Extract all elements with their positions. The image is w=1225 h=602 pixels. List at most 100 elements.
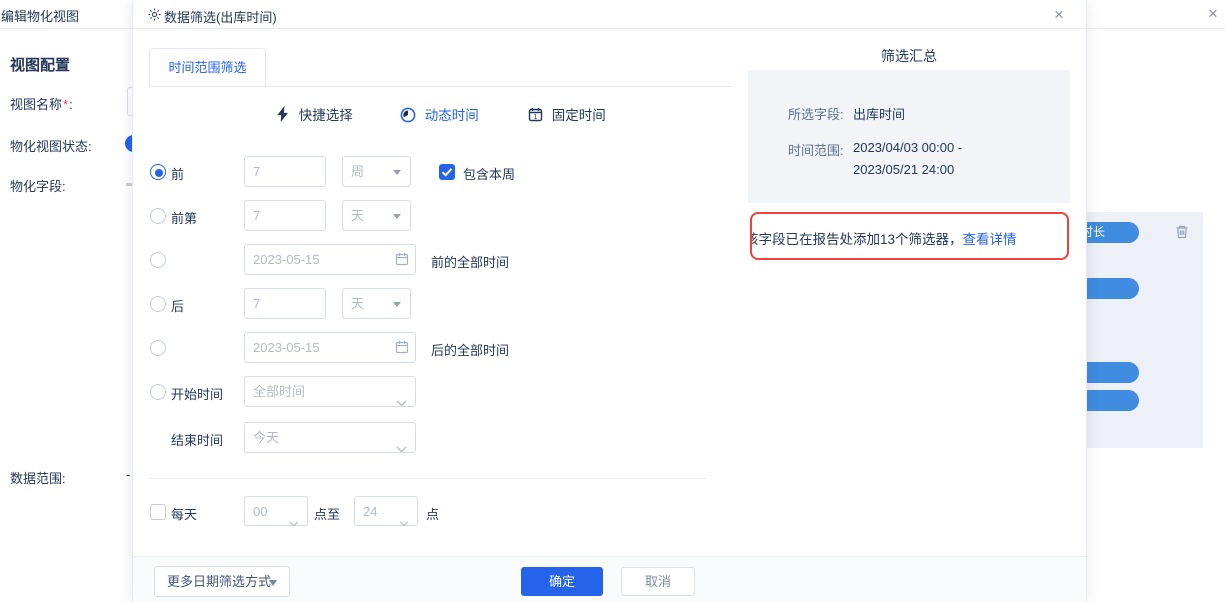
front-unit-select[interactable]: 周 xyxy=(342,156,411,187)
modal-footer: 更多日期筛选方式 确定 取消 xyxy=(133,556,1086,602)
chevron-down-icon xyxy=(399,508,409,537)
modal-title: 数据筛选(出库时间) xyxy=(164,7,277,26)
fixed-time-option[interactable]: 1 固定时间 xyxy=(528,104,606,122)
end-time-select[interactable]: 今天 xyxy=(244,422,416,453)
more-date-filter-label: 更多日期筛选方式 xyxy=(167,574,271,589)
daily-label: 每天 xyxy=(171,504,197,523)
front-nth-unit-select[interactable]: 天 xyxy=(342,200,411,231)
calendar-icon: 1 xyxy=(528,110,547,125)
modal-close-icon[interactable]: × xyxy=(1054,5,1064,25)
trash-icon[interactable] xyxy=(1174,224,1190,245)
end-time-value: 今天 xyxy=(253,430,279,445)
dynamic-time-option[interactable]: 动态时间 xyxy=(400,104,479,122)
page-title: 编辑物化视图 xyxy=(1,6,79,25)
daily-mid-label: 点至 xyxy=(314,504,340,523)
confirm-button[interactable]: 确定 xyxy=(521,567,603,596)
after-count-input[interactable] xyxy=(244,288,326,319)
field-tag-duration[interactable]: 时长 xyxy=(1087,222,1139,243)
radio-start-time[interactable] xyxy=(150,384,166,400)
start-time-label: 开始时间 xyxy=(171,384,223,403)
clock-icon xyxy=(400,111,420,126)
start-time-select[interactable]: 全部时间 xyxy=(244,376,416,407)
radio-front-nth[interactable] xyxy=(150,208,166,224)
caret-down-icon xyxy=(393,302,401,307)
time-range-line2: 2023/05/21 24:00 xyxy=(853,162,954,177)
filter-summary-title: 筛选汇总 xyxy=(748,46,1070,66)
after-unit-select[interactable]: 天 xyxy=(342,288,411,319)
page-close-icon[interactable]: × xyxy=(1208,4,1218,24)
field-list-panel: 时长 xyxy=(1087,212,1203,448)
data-range-label: 数据范围: xyxy=(10,468,66,487)
caret-down-icon xyxy=(269,580,277,586)
notice-text: 该字段已在报告处添加13个筛选器， xyxy=(750,232,963,247)
chevron-down-icon xyxy=(289,508,299,537)
required-asterisk: * xyxy=(63,97,68,112)
quick-select-option[interactable]: 快捷选择 xyxy=(276,104,353,122)
before-date-suffix: 前的全部时间 xyxy=(431,252,509,271)
notice-text-wrap: 该字段已在报告处添加13个筛选器，查看详情 xyxy=(750,228,1017,248)
after-date-suffix: 后的全部时间 xyxy=(431,340,509,359)
front-nth-label: 前第 xyxy=(171,208,197,227)
front-label: 前 xyxy=(171,164,184,183)
front-nth-count-input[interactable] xyxy=(244,200,326,231)
view-details-link[interactable]: 查看详情 xyxy=(963,232,1017,247)
data-filter-modal: 数据筛选(出库时间) × 时间范围筛选 快捷选择 动态时间 1 固定时间 前 周… xyxy=(132,0,1087,602)
time-range-label: 时间范围: xyxy=(788,140,844,159)
selected-field-label: 所选字段: xyxy=(788,104,844,123)
chevron-down-icon xyxy=(396,388,407,417)
materialized-status-label: 物化视图状态: xyxy=(10,136,92,155)
daily-suffix-label: 点 xyxy=(426,504,439,523)
time-range-line1: 2023/04/03 00:00 - xyxy=(853,140,962,155)
after-date-input[interactable] xyxy=(244,332,416,363)
caret-down-icon xyxy=(393,214,401,219)
tab-underline xyxy=(149,86,731,87)
before-date-input[interactable] xyxy=(244,244,416,275)
field-tag-label: 时长 xyxy=(1087,222,1105,243)
front-unit-value: 周 xyxy=(351,164,364,179)
front-nth-unit-value: 天 xyxy=(351,208,364,223)
filter-summary-box: 所选字段: 出库时间 时间范围: 2023/04/03 00:00 - 2023… xyxy=(748,70,1070,203)
chevron-down-icon xyxy=(396,434,407,463)
materialized-fields-label: 物化字段: xyxy=(10,176,66,195)
field-tag[interactable] xyxy=(1087,278,1139,299)
svg-text:1: 1 xyxy=(534,114,538,121)
include-this-week-label: 包含本周 xyxy=(463,164,515,183)
calendar-small-icon xyxy=(395,340,409,359)
radio-after-date[interactable] xyxy=(150,340,166,356)
field-tag[interactable] xyxy=(1087,362,1139,383)
selected-field-value: 出库时间 xyxy=(853,104,905,123)
before-date-picker[interactable] xyxy=(244,244,416,275)
dynamic-time-label: 动态时间 xyxy=(425,108,479,123)
quick-select-label: 快捷选择 xyxy=(299,108,353,123)
after-date-picker[interactable] xyxy=(244,332,416,363)
field-tag[interactable] xyxy=(1087,390,1139,411)
check-icon xyxy=(439,164,455,180)
radio-front[interactable] xyxy=(150,164,166,180)
view-name-text: 视图名称 xyxy=(10,97,62,112)
fixed-time-label: 固定时间 xyxy=(552,108,606,123)
colon: : xyxy=(69,97,73,112)
section-divider xyxy=(149,478,706,479)
lightning-icon xyxy=(276,110,294,125)
filter-count-notice: 该字段已在报告处添加13个筛选器，查看详情 xyxy=(750,212,1069,260)
after-label: 后 xyxy=(171,296,184,315)
data-range-value: - xyxy=(126,467,130,482)
front-count-input[interactable] xyxy=(244,156,326,187)
daily-checkbox[interactable] xyxy=(150,504,166,520)
radio-after[interactable] xyxy=(150,296,166,312)
cancel-button[interactable]: 取消 xyxy=(621,567,695,596)
include-this-week-checkbox[interactable] xyxy=(439,164,455,180)
tab-time-range-filter[interactable]: 时间范围筛选 xyxy=(149,48,266,87)
daily-from-select[interactable]: 00 xyxy=(244,496,308,526)
daily-to-select[interactable]: 24 xyxy=(354,496,418,526)
view-config-heading: 视图配置 xyxy=(10,54,70,75)
end-time-label: 结束时间 xyxy=(171,430,223,449)
caret-down-icon xyxy=(393,170,401,175)
radio-before-date[interactable] xyxy=(150,252,166,268)
daily-to-value: 24 xyxy=(363,504,377,519)
calendar-small-icon xyxy=(395,252,409,271)
view-name-label: 视图名称*: xyxy=(10,94,73,113)
after-unit-value: 天 xyxy=(351,296,364,311)
more-date-filter-button[interactable]: 更多日期筛选方式 xyxy=(154,566,290,597)
start-time-value: 全部时间 xyxy=(253,384,305,399)
